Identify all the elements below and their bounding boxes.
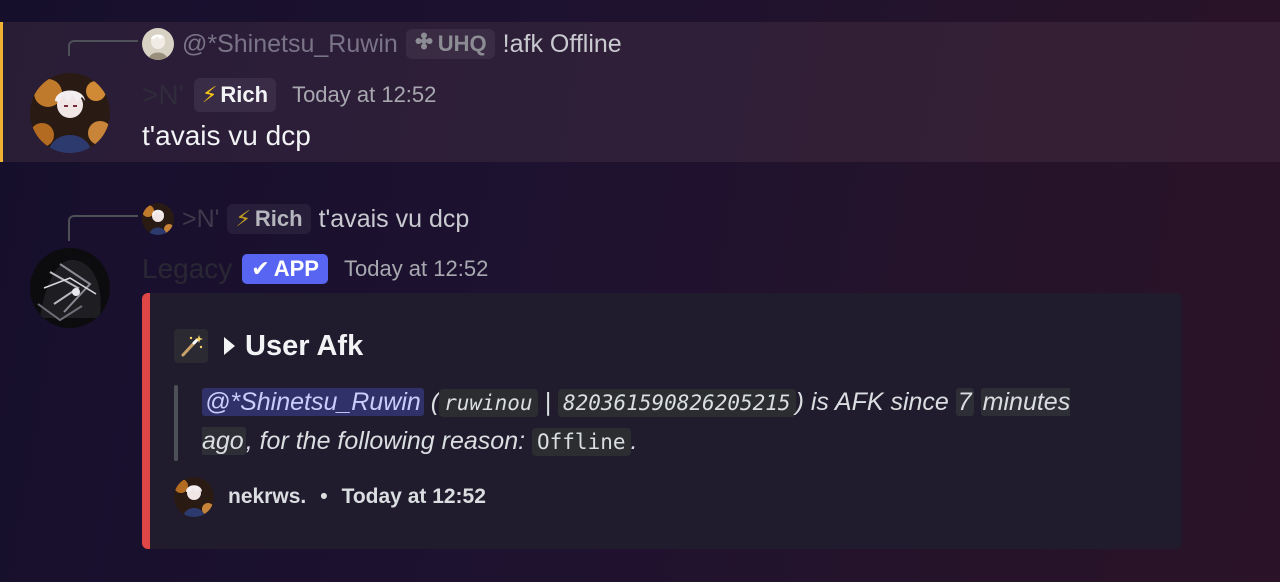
server-tag-rich[interactable]: ⚡ Rich [193, 78, 277, 112]
reply-spine [68, 40, 138, 56]
message-content: t'avais vu dcp [142, 120, 311, 151]
author-username[interactable]: Legacy [142, 253, 232, 285]
blockquote-bar [174, 385, 178, 461]
reply-text[interactable]: !afk Offline [503, 30, 622, 59]
author-username[interactable]: >N' [142, 79, 184, 111]
message-timestamp[interactable]: Today at 12:52 [344, 256, 488, 282]
reason-text: , for the following reason: [245, 427, 526, 455]
message-header: >N' ⚡ Rich Today at 12:52 [142, 77, 436, 113]
reply-text[interactable]: t'avais vu dcp [319, 205, 470, 234]
embed-blockquote: @*Shinetsu_Ruwin (ruwinou | 820361590826… [174, 385, 1094, 461]
server-tag-label: Rich [254, 206, 303, 231]
server-tag-label: Rich [220, 82, 269, 107]
server-tag-label: UHQ [437, 31, 487, 56]
username-code: ruwinou [439, 389, 538, 417]
afk-duration-number: 7 [955, 388, 974, 416]
lightning-icon: ⚡ [235, 206, 251, 231]
flower-icon [414, 31, 434, 57]
author-avatar[interactable] [30, 73, 110, 153]
afk-since-text: ) is AFK since [795, 388, 949, 416]
magic-wand-icon [174, 329, 208, 363]
reply-username[interactable]: >N' [182, 205, 219, 234]
embed-title-text: User Afk [245, 329, 364, 362]
mention-highlight-bar [0, 22, 3, 162]
play-triangle-icon [224, 337, 235, 355]
open-paren: ( [430, 388, 440, 416]
check-icon: ✔ [251, 256, 270, 281]
app-badge: ✔ APP [242, 254, 328, 284]
embed-footer: nekrws. • Today at 12:52 [174, 477, 486, 517]
embed-title: User Afk [174, 329, 363, 363]
lightning-icon: ⚡ [201, 82, 218, 107]
footer-avatar [174, 477, 214, 517]
separator: | [544, 388, 552, 416]
footer-separator: • [320, 485, 328, 508]
embed-accent-bar [142, 293, 150, 549]
user-mention[interactable]: @*Shinetsu_Ruwin [202, 388, 424, 416]
message-timestamp[interactable]: Today at 12:52 [292, 82, 436, 108]
reply-preview[interactable]: @*Shinetsu_Ruwin UHQ !afk Offline [142, 27, 622, 61]
app-badge-label: APP [273, 256, 319, 281]
server-tag-uhq[interactable]: UHQ [405, 29, 495, 59]
embed-card: User Afk @*Shinetsu_Ruwin (ruwinou | 820… [142, 293, 1182, 549]
period: . [630, 427, 638, 455]
reason-code: Offline [532, 428, 631, 456]
footer-timestamp: Today at 12:52 [341, 485, 486, 508]
footer-username: nekrws. [228, 485, 307, 508]
message-header: Legacy ✔ APP Today at 12:52 [142, 251, 488, 287]
user-id-code: 820361590826205215 [557, 389, 796, 417]
reply-username[interactable]: @*Shinetsu_Ruwin [182, 30, 398, 59]
reply-avatar[interactable] [142, 203, 174, 235]
reply-avatar[interactable] [142, 28, 174, 60]
reply-preview[interactable]: >N' ⚡ Rich t'avais vu dcp [142, 202, 469, 236]
reply-spine [68, 215, 138, 241]
server-tag-rich[interactable]: ⚡ Rich [227, 204, 311, 234]
embed-description: @*Shinetsu_Ruwin (ruwinou | 820361590826… [202, 383, 1082, 461]
bot-avatar[interactable] [30, 248, 110, 328]
